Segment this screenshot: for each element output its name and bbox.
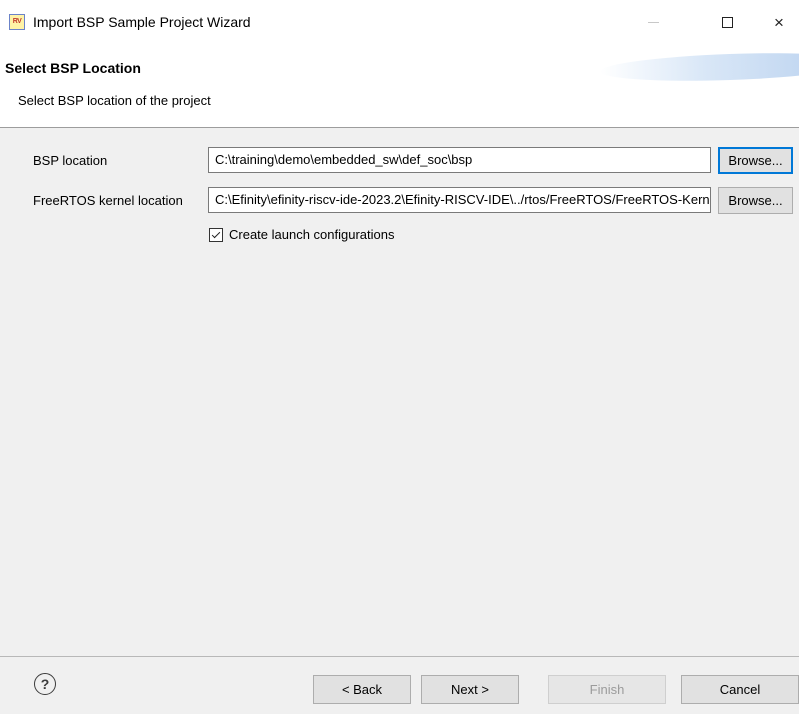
app-icon: RV [9, 14, 25, 30]
help-button[interactable]: ? [34, 673, 56, 695]
footer-separator [0, 656, 799, 657]
minimize-icon [647, 21, 659, 23]
bsp-location-label: BSP location [33, 153, 108, 168]
bsp-location-input[interactable]: C:\training\demo\embedded_sw\def_soc\bsp [208, 147, 711, 173]
finish-button[interactable]: Finish [548, 675, 666, 704]
maximize-icon [721, 16, 733, 28]
wizard-banner: Select BSP Location Select BSP location … [0, 44, 799, 128]
title-bar[interactable]: RV Import BSP Sample Project Wizard × [0, 0, 799, 44]
window-title: Import BSP Sample Project Wizard [33, 14, 251, 30]
freertos-browse-button[interactable]: Browse... [718, 187, 793, 214]
page-title: Select BSP Location [5, 60, 141, 76]
freertos-location-label: FreeRTOS kernel location [33, 193, 183, 208]
freertos-location-input[interactable]: C:\Efinity\efinity-riscv-ide-2023.2\Efin… [208, 187, 711, 213]
next-button[interactable]: Next > [421, 675, 519, 704]
minimize-button[interactable] [636, 8, 670, 36]
cancel-button[interactable]: Cancel [681, 675, 799, 704]
create-launch-checkbox[interactable] [209, 228, 223, 242]
create-launch-label[interactable]: Create launch configurations [229, 227, 395, 242]
checkmark-icon [211, 229, 221, 239]
page-description: Select BSP location of the project [18, 93, 211, 108]
close-button[interactable]: × [762, 8, 796, 36]
help-icon: ? [40, 676, 50, 692]
back-button[interactable]: < Back [313, 675, 411, 704]
close-icon: × [774, 12, 784, 32]
bsp-browse-button[interactable]: Browse... [718, 147, 793, 174]
banner-decoration [599, 49, 799, 85]
wizard-window: RV Import BSP Sample Project Wizard × Se… [0, 0, 799, 714]
maximize-button[interactable] [710, 8, 744, 36]
